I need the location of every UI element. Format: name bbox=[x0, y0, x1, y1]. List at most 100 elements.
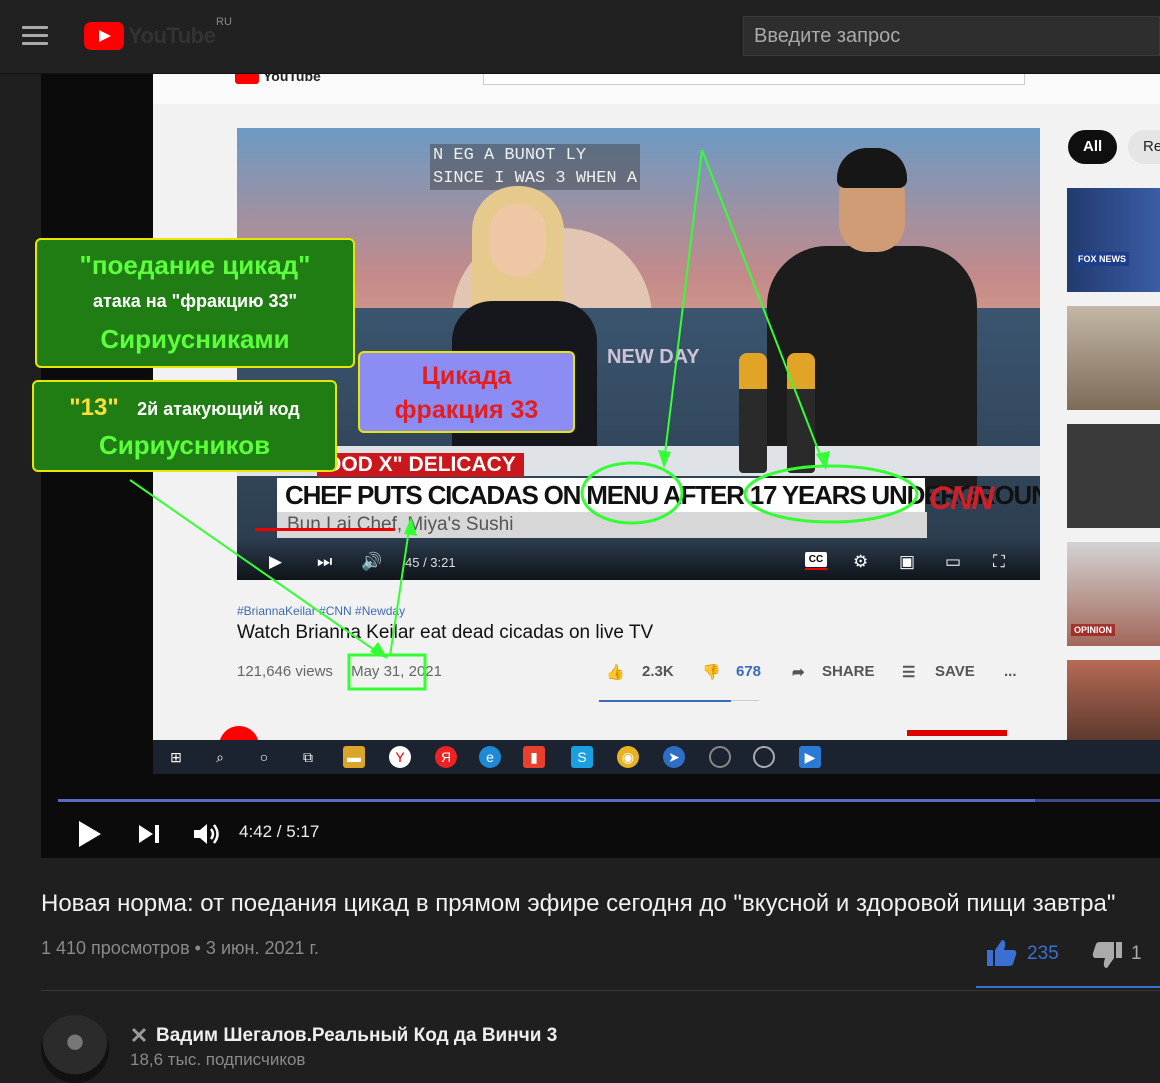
embedded-more-icon: ... bbox=[1004, 663, 1017, 680]
annotation-cicada-eating: "поедание цикад" атака на "фракцию 33" С… bbox=[35, 238, 355, 368]
taskbar-player-icon: ▶ bbox=[799, 746, 821, 768]
frame-new-day-logo: NEW DAY bbox=[607, 346, 700, 368]
dislike-icon[interactable] bbox=[1090, 940, 1124, 970]
fox-news-logo: FOX NEWS bbox=[1075, 252, 1130, 266]
video-title: Новая норма: от поедания цикад в прямом … bbox=[41, 890, 1116, 917]
hamburger-menu-icon[interactable] bbox=[22, 26, 48, 46]
windows-taskbar: ⊞ ⌕ ○ ⧉ ▬ Y Я e ▮ S ◉ ➤ ▶ bbox=[153, 740, 1160, 774]
cnn-logo: CNN bbox=[929, 480, 994, 516]
annotation-text: атака на "фракцию 33" bbox=[92, 291, 298, 311]
embedded-red-strip bbox=[907, 730, 1007, 736]
opinion-badge: OPINION bbox=[1071, 624, 1116, 636]
embedded-hashtags: #BriannaKeilar #CNN #Newday bbox=[237, 604, 406, 618]
frame-bottle bbox=[739, 353, 767, 473]
dislike-count: 1 bbox=[1131, 943, 1142, 964]
embedded-progress-bar bbox=[255, 528, 395, 531]
chip-all: All bbox=[1068, 130, 1118, 164]
embedded-save-label: SAVE bbox=[935, 663, 975, 680]
taskbar-media-icon bbox=[709, 746, 731, 768]
related-thumbnail bbox=[1067, 660, 1160, 740]
player-progress-bar[interactable] bbox=[58, 799, 1160, 802]
embedded-volume-icon: 🔊 bbox=[361, 552, 383, 571]
next-icon[interactable] bbox=[139, 823, 161, 845]
taskbar-yandex-icon: Я bbox=[435, 746, 457, 768]
embedded-theater-icon: ▭ bbox=[945, 552, 962, 571]
youtube-play-icon bbox=[84, 22, 124, 50]
embedded-play-icon: ▶ bbox=[269, 552, 283, 571]
taskbar-edge-icon: e bbox=[479, 746, 501, 768]
channel-name[interactable]: Вадим Шегалов.Реальный Код да Винчи 3 bbox=[156, 1025, 557, 1047]
youtube-logo[interactable]: YouTube RU bbox=[84, 16, 232, 50]
taskbar-taskview-icon: ⧉ bbox=[303, 749, 313, 765]
taskbar-search-icon: ⌕ bbox=[216, 749, 224, 765]
divider bbox=[41, 990, 1160, 991]
annotation-text: фракция 33 bbox=[394, 396, 539, 424]
embedded-dislike-icon: 👎 bbox=[702, 664, 721, 681]
embedded-date: May 31, 2021 bbox=[351, 663, 442, 680]
annotation-text: Сириусниками bbox=[100, 324, 290, 354]
embedded-miniplayer-icon: ▣ bbox=[899, 552, 916, 571]
annotation-code-13: "13" 2й атакующий код Сириусников bbox=[32, 380, 337, 472]
search-input[interactable] bbox=[744, 17, 1159, 55]
chip-related: Re bbox=[1128, 130, 1160, 164]
related-thumbnail: FOX NEWS bbox=[1067, 188, 1160, 292]
embedded-dislike-count: 678 bbox=[736, 663, 762, 680]
taskbar-telegram-icon: ➤ bbox=[663, 746, 685, 768]
taskbar-chrome-icon: ◉ bbox=[617, 746, 639, 768]
player-controls: 4:42 / 5:17 bbox=[41, 809, 1160, 858]
embedded-logo: YouTube bbox=[235, 74, 321, 84]
close-icon bbox=[131, 1027, 147, 1043]
annotation-text: 2й атакующий код bbox=[137, 399, 300, 419]
annotation-text: Сириусников bbox=[98, 430, 271, 460]
taskbar-app-icon: ▮ bbox=[523, 746, 545, 768]
like-count: 235 bbox=[1027, 943, 1059, 964]
volume-icon[interactable] bbox=[191, 819, 221, 849]
frame-ticker: N EG A BUNOT LY SINCE I WAS 3 WHEN A bbox=[430, 144, 641, 190]
embedded-time: 45 / 3:21 bbox=[405, 555, 456, 570]
embedded-player-controls: ▶ ⏭ 🔊 45 / 3:21 CC ⚙ ▣ ▭ ⛶ bbox=[237, 538, 1040, 580]
related-thumbnail bbox=[1067, 306, 1160, 410]
lower-third-subline: Bun Lai Chef, Miya's Sushi bbox=[277, 512, 927, 538]
embedded-sentiment-bar bbox=[599, 700, 731, 702]
taskbar-cortana-icon: ○ bbox=[259, 749, 269, 765]
annotation-text: Цикада bbox=[421, 362, 512, 390]
embedded-views: 121,646 views bbox=[237, 663, 333, 680]
region-code: RU bbox=[216, 16, 232, 28]
annotation-cicada-faction: Цикада фракция 33 bbox=[358, 351, 575, 433]
embedded-share-icon: ➦ bbox=[792, 664, 805, 681]
search-box[interactable] bbox=[743, 16, 1160, 56]
windows-start-icon: ⊞ bbox=[170, 749, 182, 765]
embedded-video-title: Watch Brianna Keilar eat dead cicadas on… bbox=[237, 622, 654, 643]
lower-third-red-label: OOD X" DELICACY bbox=[317, 453, 524, 477]
player-time: 4:42 / 5:17 bbox=[239, 822, 320, 841]
taskbar-obs-icon bbox=[753, 746, 775, 768]
embedded-fullscreen-icon: ⛶ bbox=[993, 552, 1005, 571]
ticker-line-1: N EG A BUNOT LY bbox=[433, 146, 587, 165]
embedded-meta: 121,646 views May 31, 2021 bbox=[237, 663, 442, 680]
embedded-settings-icon: ⚙ bbox=[853, 552, 869, 571]
like-icon[interactable] bbox=[985, 938, 1019, 968]
annotation-text: "13" bbox=[69, 394, 119, 421]
embedded-search-bar bbox=[483, 74, 1025, 85]
video-views-date: 1 410 просмотров • 3 июн. 2021 г. bbox=[41, 938, 319, 958]
embedded-header: YouTube bbox=[153, 74, 1160, 104]
embedded-cc-icon: CC bbox=[805, 552, 827, 570]
logo-text: YouTube bbox=[128, 23, 216, 48]
related-thumbnail bbox=[1067, 424, 1160, 528]
taskbar-yandex-browser-icon: Y bbox=[389, 746, 411, 768]
frame-bottle bbox=[787, 353, 815, 473]
taskbar-skype-icon: S bbox=[571, 746, 593, 768]
sentiment-bar bbox=[976, 986, 1160, 988]
embedded-share-label: SHARE bbox=[822, 663, 875, 680]
embedded-like-count: 2.3K bbox=[642, 663, 674, 680]
player-progress-fill bbox=[58, 799, 1036, 802]
play-icon[interactable] bbox=[79, 821, 101, 847]
channel-avatar[interactable] bbox=[41, 1015, 109, 1083]
related-thumbnail: OPINION bbox=[1067, 542, 1160, 646]
embedded-save-icon: ☰ bbox=[902, 664, 916, 681]
annotation-text: "поедание цикад" bbox=[79, 250, 311, 280]
taskbar-folder-icon: ▬ bbox=[343, 746, 365, 768]
embedded-next-icon: ⏭ bbox=[317, 552, 333, 571]
top-bar: YouTube RU bbox=[0, 0, 1160, 74]
embedded-like-icon: 👍 bbox=[606, 664, 625, 681]
